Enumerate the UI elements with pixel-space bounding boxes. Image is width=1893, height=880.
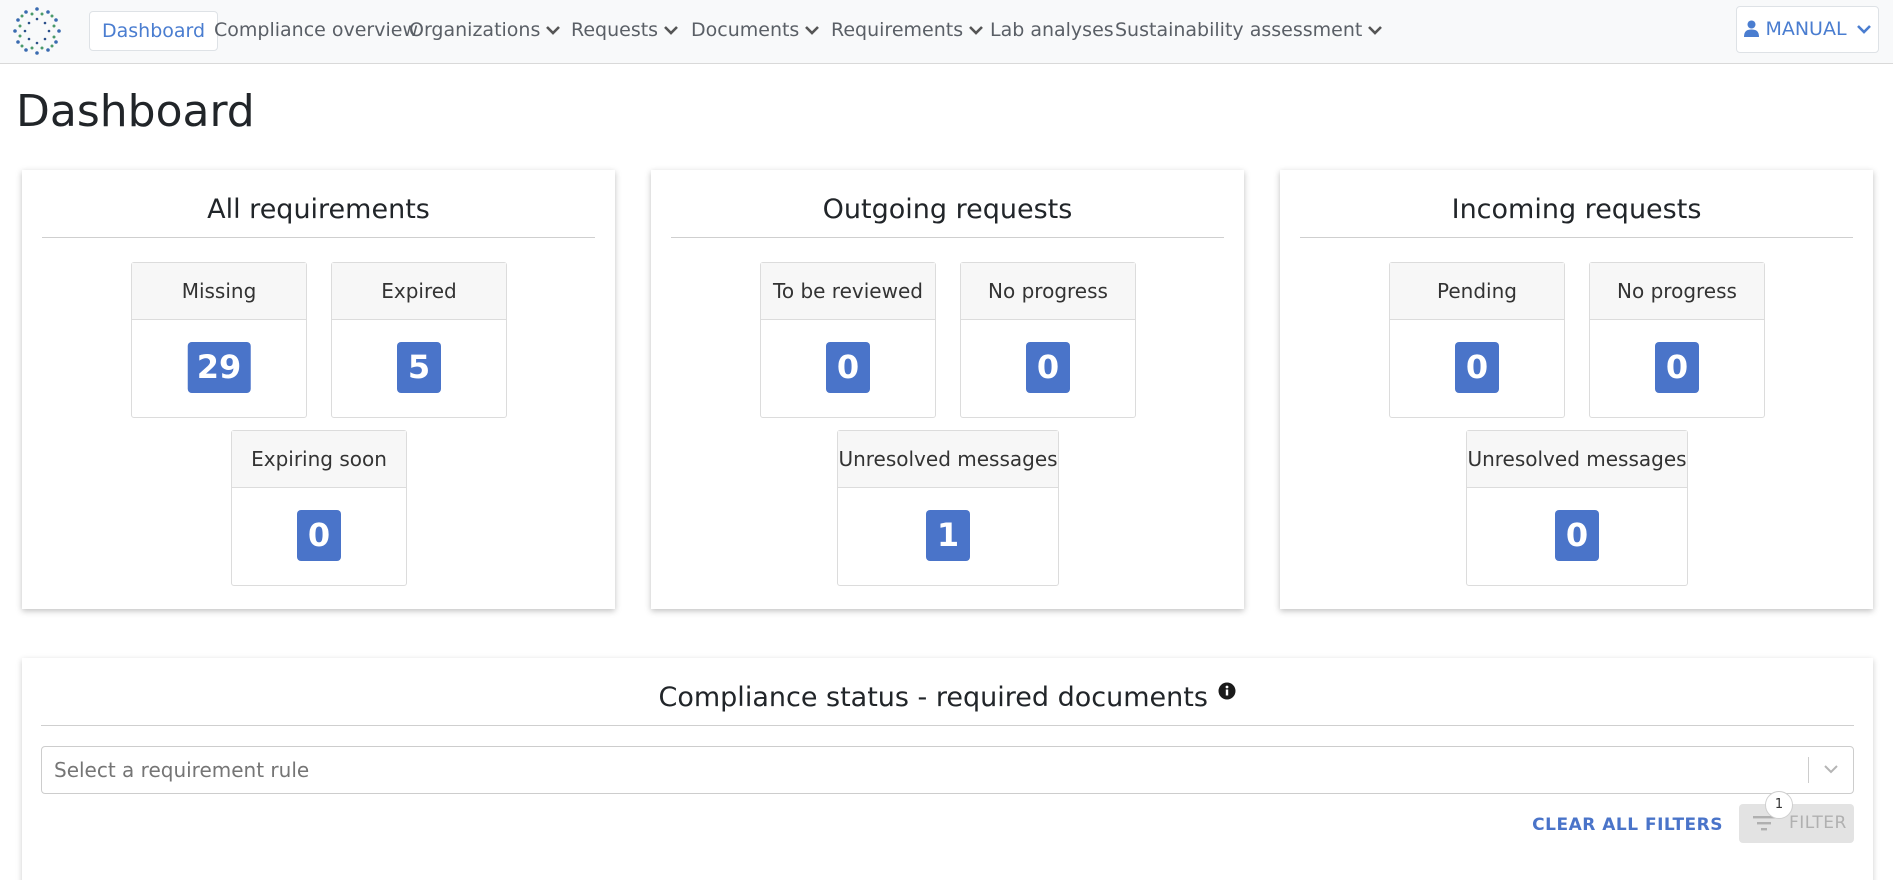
info-icon[interactable] bbox=[1218, 682, 1236, 700]
chevron-down-icon bbox=[664, 26, 678, 35]
filter-button[interactable]: 1 FILTER bbox=[1739, 791, 1854, 843]
chevron-down-icon bbox=[1824, 765, 1838, 774]
stat-label: Unresolved messages bbox=[838, 431, 1058, 488]
stat-count-badge: 29 bbox=[187, 342, 251, 393]
stat-pending[interactable]: Pending 0 bbox=[1389, 262, 1565, 418]
stat-count-badge: 1 bbox=[926, 510, 970, 561]
user-icon bbox=[1744, 20, 1760, 37]
stat-unresolved-messages[interactable]: Unresolved messages 0 bbox=[1466, 430, 1688, 586]
compliance-title-text: Compliance status - required documents bbox=[658, 682, 1208, 713]
company-logo-icon[interactable] bbox=[10, 4, 64, 58]
filter-button-label: FILTER bbox=[1789, 813, 1847, 833]
chevron-down-icon bbox=[1368, 26, 1383, 35]
card-title: All requirements bbox=[42, 194, 595, 238]
nav-documents[interactable]: Documents bbox=[691, 11, 820, 51]
filter-count-badge: 1 bbox=[1765, 791, 1793, 819]
requirement-rule-select[interactable]: Select a requirement rule bbox=[41, 746, 1854, 794]
nav-requests[interactable]: Requests bbox=[571, 11, 678, 51]
card-title: Outgoing requests bbox=[671, 194, 1224, 238]
stat-unresolved-messages[interactable]: Unresolved messages 1 bbox=[837, 430, 1059, 586]
stat-expiring-soon[interactable]: Expiring soon 0 bbox=[231, 430, 407, 586]
stat-expired[interactable]: Expired 5 bbox=[331, 262, 507, 418]
top-navbar: Dashboard Compliance overview Organizati… bbox=[0, 0, 1893, 64]
user-menu-button[interactable]: MANUAL bbox=[1736, 6, 1879, 53]
nav-documents-label: Documents bbox=[691, 19, 800, 41]
stat-label: Unresolved messages bbox=[1467, 431, 1687, 488]
nav-lab-analyses[interactable]: Lab analyses bbox=[990, 11, 1114, 51]
clear-all-filters-button[interactable]: CLEAR ALL FILTERS bbox=[1532, 815, 1723, 835]
stat-count-badge: 0 bbox=[1555, 510, 1599, 561]
user-menu-label: MANUAL bbox=[1765, 18, 1847, 40]
nav-sustainability-assessment[interactable]: Sustainability assessment bbox=[1115, 11, 1383, 51]
nav-sustainability-label: Sustainability assessment bbox=[1115, 19, 1363, 41]
stat-count-badge: 0 bbox=[1455, 342, 1499, 393]
stat-no-progress[interactable]: No progress 0 bbox=[960, 262, 1136, 418]
chevron-down-icon bbox=[805, 26, 820, 35]
nav-requirements[interactable]: Requirements bbox=[831, 11, 984, 51]
nav-organizations-label: Organizations bbox=[409, 19, 541, 41]
nav-requirements-label: Requirements bbox=[831, 19, 964, 41]
chevron-down-icon bbox=[546, 26, 561, 35]
select-placeholder: Select a requirement rule bbox=[54, 758, 310, 782]
stat-count-badge: 0 bbox=[826, 342, 870, 393]
stat-to-be-reviewed[interactable]: To be reviewed 0 bbox=[760, 262, 936, 418]
stat-label: No progress bbox=[1590, 263, 1764, 320]
stat-count-badge: 0 bbox=[1655, 342, 1699, 393]
stat-count-badge: 5 bbox=[397, 342, 441, 393]
stat-label: To be reviewed bbox=[761, 263, 935, 320]
compliance-title: Compliance status - required documents bbox=[41, 682, 1854, 726]
stat-label: Missing bbox=[132, 263, 306, 320]
page-title: Dashboard bbox=[16, 86, 255, 137]
stat-label: Pending bbox=[1390, 263, 1564, 320]
select-separator bbox=[1808, 757, 1809, 783]
nav-organizations[interactable]: Organizations bbox=[409, 11, 561, 51]
stat-label: No progress bbox=[961, 263, 1135, 320]
nav-requests-label: Requests bbox=[571, 19, 659, 41]
compliance-status-panel: Compliance status - required documents S… bbox=[22, 658, 1873, 880]
nav-dashboard[interactable]: Dashboard bbox=[89, 11, 219, 51]
nav-compliance-overview[interactable]: Compliance overview bbox=[214, 11, 418, 51]
stat-label: Expiring soon bbox=[232, 431, 406, 488]
card-title: Incoming requests bbox=[1300, 194, 1853, 238]
card-outgoing-requests: Outgoing requests To be reviewed 0 No pr… bbox=[651, 170, 1244, 609]
card-incoming-requests: Incoming requests Pending 0 No progress … bbox=[1280, 170, 1873, 609]
chevron-down-icon bbox=[969, 26, 984, 35]
stat-count-badge: 0 bbox=[297, 510, 341, 561]
stat-count-badge: 0 bbox=[1026, 342, 1070, 393]
stat-missing[interactable]: Missing 29 bbox=[131, 262, 307, 418]
chevron-down-icon bbox=[1856, 25, 1871, 34]
stat-label: Expired bbox=[332, 263, 506, 320]
card-all-requirements: All requirements Missing 29 Expired 5 Ex… bbox=[22, 170, 615, 609]
stat-no-progress[interactable]: No progress 0 bbox=[1589, 262, 1765, 418]
